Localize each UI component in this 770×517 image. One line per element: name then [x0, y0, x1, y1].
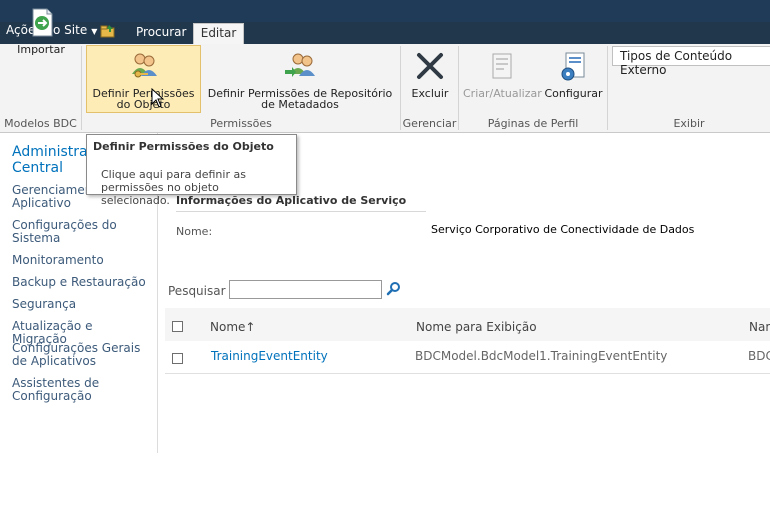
name-value: Serviço Corporativo de Conectividade de …	[431, 223, 695, 236]
nav-title-administracao-central[interactable]: Administração Central	[12, 144, 112, 176]
group-label-permissoes: Permissões	[210, 117, 272, 130]
search-input[interactable]	[229, 280, 382, 299]
nav-item-seguranca[interactable]: Segurança	[12, 298, 147, 311]
group-label-modelos-bdc: Modelos BDC	[4, 117, 77, 130]
delete-x-icon	[414, 50, 446, 82]
excluir-button[interactable]: Excluir	[406, 46, 454, 114]
column-header-nome-exibicao[interactable]: Nome para Exibição	[416, 320, 537, 334]
group-label-exibir: Exibir	[673, 117, 705, 130]
section-divider	[176, 211, 426, 212]
group-label-gerenciar: Gerenciar	[402, 117, 457, 130]
nav-item-monitoramento[interactable]: Monitoramento	[12, 254, 147, 267]
configurar-label: Configurar	[544, 87, 603, 100]
import-icon	[25, 6, 57, 38]
tooltip-body: Clique aqui para definir as permissões n…	[101, 168, 246, 207]
importar-button[interactable]: Importar	[12, 2, 70, 70]
definir-permissoes-objeto-button[interactable]: Definir Permissões do Objeto	[86, 45, 201, 113]
excluir-label: Excluir	[411, 87, 449, 100]
select-all-checkbox[interactable]	[172, 321, 183, 332]
importar-label: Importar	[17, 43, 65, 56]
mouse-cursor-icon	[151, 87, 165, 111]
definir-permissoes-objeto-label: Definir Permissões do Objeto	[92, 87, 195, 111]
row-checkbox[interactable]	[172, 353, 183, 364]
column-header-nome[interactable]: Nome↑	[210, 320, 255, 334]
nav-item-assistentes[interactable]: Assistentes de Configuração	[12, 377, 147, 403]
criar-atualizar-label: Criar/Atualizar	[463, 87, 542, 100]
definir-permissoes-repositorio-label: Definir Permissões de Repositório de Met…	[207, 87, 393, 111]
entity-name-link[interactable]: TrainingEventEntity	[211, 349, 328, 363]
users-arrow-icon	[284, 50, 316, 82]
nav-item-configuracoes-gerais[interactable]: Configurações Gerais de Aplicativos	[12, 342, 147, 368]
definir-permissoes-repositorio-button[interactable]: Definir Permissões de Repositório de Met…	[204, 46, 396, 114]
search-icon[interactable]	[386, 281, 402, 297]
entity-namespace: BDCModel	[748, 349, 770, 363]
navigate-up-icon[interactable]	[100, 24, 116, 38]
users-key-icon	[128, 50, 160, 82]
group-label-paginas-de-perfil: Páginas de Perfil	[487, 117, 579, 130]
column-header-namespace[interactable]: Namespace	[749, 320, 770, 334]
view-select[interactable]: Tipos de Conteúdo Externo	[612, 46, 770, 77]
tab-procurar[interactable]: Procurar	[127, 23, 195, 44]
name-label: Nome:	[176, 225, 213, 238]
configure-page-icon	[558, 50, 590, 82]
row-divider	[165, 373, 770, 374]
configurar-button[interactable]: Configurar	[543, 46, 604, 114]
tooltip-title: Definir Permissões do Objeto	[93, 140, 274, 153]
chevron-down-icon: ▼	[91, 27, 98, 36]
nav-item-configuracoes-sistema[interactable]: Configurações do Sistema	[12, 219, 147, 245]
nav-item-backup[interactable]: Backup e Restauração	[12, 276, 147, 289]
tooltip: Definir Permissões do Objeto Clique aqui…	[86, 134, 297, 207]
criar-atualizar-button[interactable]: Criar/Atualizar	[463, 46, 542, 114]
profile-page-icon	[486, 50, 518, 82]
search-label: Pesquisar	[168, 284, 226, 298]
entity-display-name: BDCModel.BdcModel1.TrainingEventEntity	[415, 349, 668, 363]
tab-editar[interactable]: Editar	[193, 23, 244, 44]
